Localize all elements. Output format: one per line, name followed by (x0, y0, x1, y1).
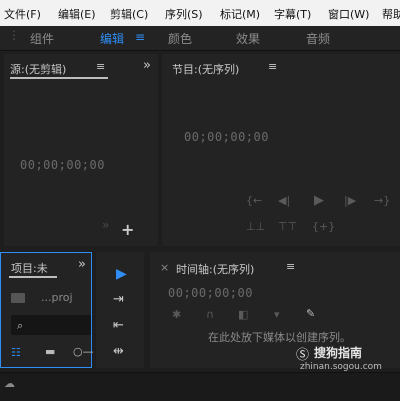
source-add-button[interactable]: + (121, 220, 134, 239)
workspace-bar: ⋮ 组件 编辑 ≡ 颜色 效果 音频 (0, 26, 400, 51)
timeline-panel-menu-icon[interactable]: ≡ (286, 260, 295, 273)
track-select-tool-icon[interactable]: ⇥ (113, 292, 124, 307)
button-editor-icon[interactable]: {+} (312, 220, 335, 233)
search-icon: ⌕ (17, 319, 24, 332)
program-panel: 节目:(无序列) ≡ 00;00;00;00 {← ◀| ▶ |▶ →} ⊥⊥ … (162, 54, 400, 246)
menu-edit[interactable]: 编辑(E) (58, 6, 96, 22)
source-more-icon[interactable]: » (102, 218, 109, 232)
timeline-panel-title[interactable]: 时间轴:(无序列) (176, 261, 254, 277)
zoom-slider-icon[interactable]: ○— (73, 345, 94, 358)
project-panel-title[interactable]: 项目:未 (11, 260, 48, 276)
play-icon[interactable]: ▶ (314, 193, 324, 208)
icon-view-icon[interactable]: ▬ (45, 345, 55, 358)
timeline-timecode[interactable]: 00;00;00;00 (168, 286, 253, 300)
source-timecode[interactable]: 00;00;00;00 (20, 158, 105, 172)
sogou-logo-icon: Ⓢ (296, 348, 310, 363)
tab-assembly[interactable]: 组件 (30, 30, 54, 47)
project-panel-tab-underline (9, 276, 57, 278)
extract-icon[interactable]: ⊤⊤ (278, 220, 297, 233)
rate-stretch-tool-icon[interactable]: ⇹ (113, 344, 124, 359)
project-file-name: ...proj (41, 291, 73, 304)
list-view-icon[interactable]: ☷ (11, 346, 21, 359)
nest-icon[interactable]: ✱ (172, 308, 181, 321)
tab-color[interactable]: 颜色 (168, 30, 192, 47)
watermark: Ⓢ 搜狗指南 zhinan.sogou.com (296, 344, 400, 374)
program-panel-title[interactable]: 节目:(无序列) (172, 61, 239, 77)
creative-cloud-icon[interactable]: ☁ (4, 377, 15, 390)
source-panel-title[interactable]: 源:(无剪辑) (10, 61, 66, 77)
folder-icon (11, 293, 25, 303)
watermark-url: zhinan.sogou.com (300, 362, 382, 372)
menu-bar: 文件(F) 编辑(E) 剪辑(C) 序列(S) 标记(M) 字幕(T) 窗口(W… (0, 0, 400, 27)
program-timecode[interactable]: 00;00;00;00 (184, 130, 269, 144)
add-marker-icon[interactable]: ▾ (274, 308, 280, 321)
menu-sequence[interactable]: 序列(S) (165, 6, 203, 22)
linked-selection-icon[interactable]: ◧ (238, 308, 248, 321)
source-panel-tab-underline (10, 77, 108, 79)
menu-clip[interactable]: 剪辑(C) (110, 6, 148, 22)
source-panel-menu-icon[interactable]: ≡ (96, 60, 105, 73)
status-bar: ☁ (0, 372, 400, 401)
program-panel-menu-icon[interactable]: ≡ (268, 60, 277, 73)
snap-icon[interactable]: ∩ (206, 308, 214, 321)
tools-panel: ▶ ⇥ ⇤ ⇹ (96, 252, 144, 368)
project-panel: 项目:未 » ...proj ⌕ ☷ ▬ ○— (0, 252, 94, 368)
tab-effects[interactable]: 效果 (236, 30, 260, 47)
menu-file[interactable]: 文件(F) (4, 6, 41, 22)
menu-help[interactable]: 帮助 (382, 6, 400, 22)
tab-audio[interactable]: 音频 (306, 30, 330, 47)
go-to-out-icon[interactable]: →} (374, 194, 390, 207)
menu-marker[interactable]: 标记(M) (220, 6, 260, 22)
source-panel: 源:(无剪辑) ≡ » 00;00;00;00 » + (4, 54, 158, 246)
menu-window[interactable]: 窗口(W) (328, 6, 369, 22)
workspace-menu-icon[interactable]: ≡ (135, 30, 145, 44)
selection-tool-icon[interactable]: ▶ (116, 266, 127, 282)
step-back-icon[interactable]: ◀| (278, 194, 290, 207)
ripple-edit-tool-icon[interactable]: ⇤ (113, 318, 124, 333)
tab-editing[interactable]: 编辑 (100, 30, 124, 47)
step-forward-icon[interactable]: |▶ (344, 194, 356, 207)
timeline-drop-hint: 在此处放下媒体以创建序列。 (208, 331, 351, 344)
menu-title[interactable]: 字幕(T) (274, 6, 311, 22)
watermark-brand: 搜狗指南 (314, 346, 363, 360)
project-panel-expand-icon[interactable]: » (78, 257, 86, 272)
lift-icon[interactable]: ⊥⊥ (246, 220, 265, 233)
timeline-close-icon[interactable]: × (160, 261, 169, 274)
wrench-icon[interactable]: ✎ (306, 307, 315, 320)
source-panel-expand-icon[interactable]: » (143, 58, 151, 73)
workspace-grip-icon: ⋮ (8, 28, 20, 42)
go-to-in-icon[interactable]: {← (246, 194, 262, 207)
